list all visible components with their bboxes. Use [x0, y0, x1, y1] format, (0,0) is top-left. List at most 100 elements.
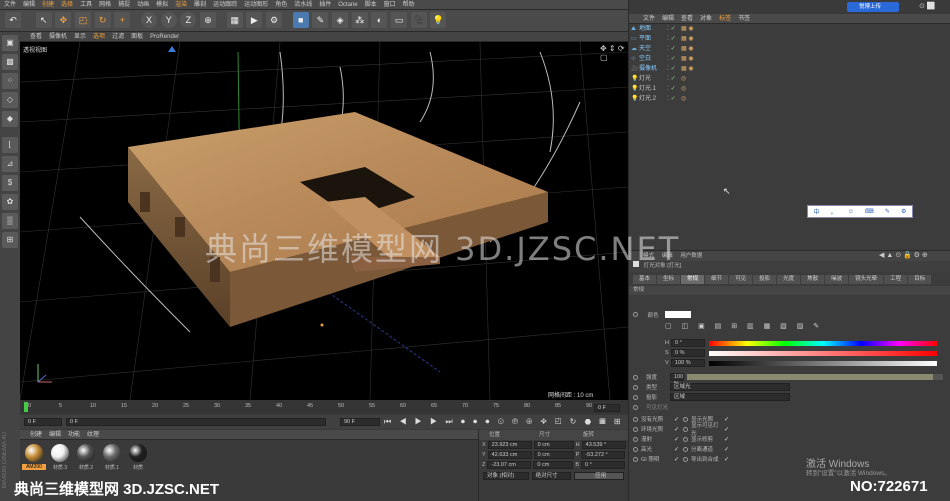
visible-light-anim-toggle[interactable]: [633, 404, 638, 410]
menu-item[interactable]: 编辑: [23, 2, 35, 8]
transport-controls[interactable]: ⏮ ◀ ▶ ▶ ⏭ ⏺ ⏺ ⏺ ⊙ ℗ ⊕ ✥ ◰ ↻ ⬣ ▦ ⊞: [384, 417, 624, 427]
coord-pos-field[interactable]: -23.07 cm: [487, 461, 532, 469]
option-row[interactable]: GI 照明 ✓: [633, 454, 683, 464]
min-frame-field[interactable]: 0 F: [66, 418, 326, 426]
visibility-dots-icon[interactable]: ⁚ ✓: [667, 64, 676, 74]
option-row[interactable]: 漫射 ✓: [633, 434, 683, 444]
viewport-menu-item[interactable]: 过滤: [112, 34, 124, 40]
object-row[interactable]: 🎥 摄像机 ⁚ ✓ ▦ ◉: [629, 64, 950, 74]
object-row[interactable]: 💡 灯光.1 ⁚ ✓ ◎: [629, 84, 950, 94]
tag-icon[interactable]: ◎: [681, 84, 686, 94]
window-controls[interactable]: ⊙ ⬜: [919, 2, 936, 10]
workplane-icon[interactable]: ⊞: [2, 232, 18, 248]
viewport-menu-item[interactable]: 面板: [131, 34, 143, 40]
coord-rot-field[interactable]: 0 °: [581, 461, 626, 469]
checkmark-icon[interactable]: ✓: [724, 436, 729, 443]
tag-icon[interactable]: ◎: [681, 74, 686, 84]
visibility-dots-icon[interactable]: ⁚ ✓: [667, 54, 676, 64]
anim-toggle[interactable]: [683, 456, 688, 462]
visibility-dots-icon[interactable]: ⁚ ✓: [667, 34, 676, 44]
anim-toggle[interactable]: [633, 456, 638, 462]
saturation-slider[interactable]: [709, 350, 937, 356]
light-icon[interactable]: 💡: [430, 12, 447, 28]
material-item[interactable]: AM200: [22, 444, 46, 471]
attr-tab[interactable]: 细节: [705, 275, 729, 284]
attr-tab[interactable]: 噪波: [825, 275, 849, 284]
attr-tab[interactable]: 常规: [681, 275, 705, 284]
mode-polygons-icon[interactable]: ◆: [2, 111, 18, 127]
checkmark-icon[interactable]: ✓: [674, 446, 679, 453]
render-region-icon[interactable]: ▦: [226, 12, 243, 28]
attr-tab[interactable]: 光度: [777, 275, 801, 284]
mode-texture-icon[interactable]: ▩: [2, 54, 18, 70]
pen-icon[interactable]: ✎: [312, 12, 329, 28]
checkmark-icon[interactable]: ✓: [724, 446, 729, 453]
option-row[interactable]: 显示修剪 ✓: [683, 434, 743, 444]
undo-icon[interactable]: ↶: [5, 12, 21, 28]
object-menu-item[interactable]: 标签: [719, 16, 731, 22]
object-row[interactable]: ⊹ 空白 ⁚ ✓ ▦ ◉: [629, 54, 950, 64]
axis-tool-icon[interactable]: ⌊: [2, 137, 18, 153]
menu-item[interactable]: 文件: [4, 2, 16, 8]
upload-button[interactable]: 悦博上传: [847, 2, 899, 12]
visibility-dots-icon[interactable]: ⁚ ✓: [667, 74, 676, 84]
object-menu-item[interactable]: 文件: [643, 16, 655, 22]
ime-button[interactable]: ⚙: [901, 208, 906, 215]
tag-icon[interactable]: ▦ ◉: [681, 34, 694, 44]
material-menu-item[interactable]: 功能: [68, 432, 80, 438]
tag-icon[interactable]: ▦ ◉: [681, 64, 694, 74]
playhead[interactable]: [24, 402, 28, 412]
visibility-dots-icon[interactable]: ⁚ ✓: [667, 84, 676, 94]
visibility-dots-icon[interactable]: ⁚ ✓: [667, 94, 676, 104]
menu-item[interactable]: 捕捉: [118, 2, 130, 8]
ime-button[interactable]: 中: [814, 207, 820, 216]
viewport-menu-item[interactable]: 显示: [74, 34, 86, 40]
z-axis-icon[interactable]: Z: [180, 12, 197, 28]
attr-nav-icons[interactable]: ◀ ▲ ⊙ 🔒 ⚙ ⊕: [879, 251, 928, 261]
anim-toggle[interactable]: [633, 446, 638, 452]
checkmark-icon[interactable]: ✓: [724, 426, 729, 433]
object-row[interactable]: 💡 灯光.2 ⁚ ✓ ◎: [629, 94, 950, 104]
attr-tab[interactable]: 可见: [729, 275, 753, 284]
tag-icon[interactable]: ▦ ◉: [681, 44, 694, 54]
checkmark-icon[interactable]: ✓: [724, 416, 729, 423]
tag-icon[interactable]: ◎: [681, 94, 686, 104]
anim-toggle[interactable]: [683, 446, 688, 452]
option-row[interactable]: 没有光照 ✓: [633, 414, 683, 424]
s-field[interactable]: 0 %: [671, 349, 705, 357]
menu-item[interactable]: 工具: [80, 2, 92, 8]
option-row[interactable]: 显示可见灯光 ✓: [683, 423, 743, 437]
ime-button[interactable]: ⌨: [865, 208, 874, 215]
coord-rot-field[interactable]: 43.539 °: [581, 441, 626, 449]
type-select[interactable]: 区域光: [670, 383, 790, 391]
render-view-icon[interactable]: ▶: [246, 12, 263, 28]
ime-button[interactable]: ✎: [885, 208, 890, 215]
attr-userdata-tab[interactable]: 用户数据: [680, 253, 702, 259]
viewport-menu-item[interactable]: ProRender: [150, 34, 179, 40]
ime-button[interactable]: 。: [831, 207, 837, 216]
menu-item[interactable]: 雕刻: [194, 2, 206, 8]
attr-tab[interactable]: 坐标: [657, 275, 681, 284]
subdivide-icon[interactable]: ◈: [332, 12, 349, 28]
floor-icon[interactable]: ▭: [391, 12, 408, 28]
material-menu-item[interactable]: 纹理: [87, 432, 99, 438]
menu-item[interactable]: 渲染: [175, 2, 187, 8]
render-settings-icon[interactable]: ⚙: [266, 12, 283, 28]
color-picker-modes[interactable]: ▢ ◫ ▣ ▤ ⊞ ▥ ▦ ▧ ▨ ✎: [665, 322, 823, 330]
checkmark-icon[interactable]: ✓: [724, 456, 729, 463]
mode-model-icon[interactable]: ▣: [2, 35, 18, 51]
material-item[interactable]: 材质: [126, 444, 150, 471]
viewport-menu-item[interactable]: 查看: [30, 34, 42, 40]
checkmark-icon[interactable]: ✓: [674, 456, 679, 463]
intensity-slider[interactable]: [687, 374, 943, 380]
coord-size-select[interactable]: 绝对尺寸: [531, 472, 572, 480]
viewport-nav-icons[interactable]: ✥ ⇕ ⟳ ▢: [600, 44, 628, 62]
deformer-icon[interactable]: ◐: [371, 12, 388, 28]
ime-toolbar[interactable]: 中 。 ☺ ⌨ ✎ ⚙: [807, 205, 913, 218]
visibility-dots-icon[interactable]: ⁚ ✓: [667, 44, 676, 54]
mode-edges-icon[interactable]: ◇: [2, 92, 18, 108]
attr-tab[interactable]: 工程: [884, 275, 908, 284]
coord-pos-field[interactable]: 42.633 cm: [487, 451, 532, 459]
material-menu-item[interactable]: 创建: [30, 432, 42, 438]
option-row[interactable]: 高光 ✓: [633, 444, 683, 454]
